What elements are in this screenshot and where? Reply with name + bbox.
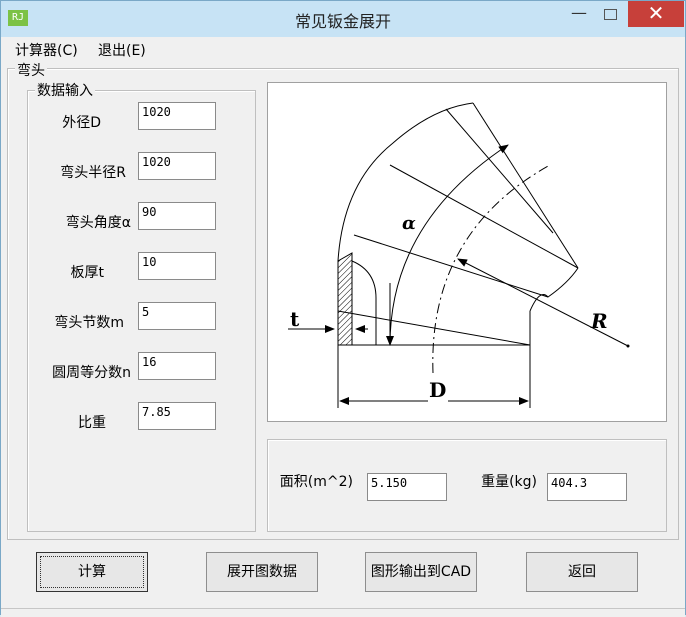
calculate-button[interactable]: 计算: [36, 552, 148, 592]
output-weight[interactable]: 404.3: [547, 473, 627, 501]
segment-line-1: [337, 310, 531, 346]
input-specific-gravity[interactable]: 7.85: [138, 402, 216, 430]
radius-label: R: [590, 309, 608, 333]
label-plate-thickness: 板厚t: [70, 265, 105, 281]
close-button[interactable]: ✕: [628, 1, 684, 27]
end-edge: [472, 102, 579, 269]
wall-hatch: [337, 252, 353, 346]
label-area: 面积(m^2): [279, 474, 353, 490]
output-area[interactable]: 5.150: [367, 473, 447, 501]
input-segment-count[interactable]: 5: [138, 302, 216, 330]
inner-bend: [351, 260, 377, 345]
label-specific-gravity: 比重: [78, 415, 106, 431]
elbow-group-label: 弯头: [15, 60, 47, 80]
menu-exit[interactable]: 退出(E): [98, 40, 146, 60]
label-segment-count: 弯头节数m: [54, 315, 124, 331]
label-weight: 重量(kg): [481, 474, 537, 490]
center-point: [626, 344, 630, 348]
elbow-drawing: α R t D: [288, 102, 630, 408]
label-elbow-angle: 弯头角度α: [65, 215, 131, 231]
thickness-label: t: [290, 307, 300, 331]
maximize-button[interactable]: [597, 1, 623, 27]
unfold-data-button[interactable]: 展开图数据: [206, 552, 318, 592]
menu-calculator[interactable]: 计算器(C): [15, 40, 78, 60]
label-circle-divisions: 圆周等分数n: [52, 365, 131, 381]
alpha-label: α: [402, 213, 416, 234]
input-elbow-radius[interactable]: 1020: [138, 152, 216, 180]
elbow-diagram: α R t D: [267, 82, 667, 422]
input-circle-divisions[interactable]: 16: [138, 352, 216, 380]
segment-line-2: [353, 234, 549, 298]
maximize-icon: [603, 9, 617, 20]
export-cad-button[interactable]: 图形输出到CAD: [365, 552, 477, 592]
label-elbow-radius: 弯头半径R: [60, 165, 126, 181]
title-bar: RJ 常见钣金展开 — ✕: [1, 1, 685, 37]
diameter-label: D: [429, 378, 446, 402]
input-plate-thickness[interactable]: 10: [138, 252, 216, 280]
menu-bar: 计算器(C) 退出(E): [1, 37, 685, 59]
segment-line-4: [445, 108, 554, 234]
input-elbow-angle[interactable]: 90: [138, 202, 216, 230]
back-button[interactable]: 返回: [526, 552, 638, 592]
label-outer-diameter: 外径D: [62, 115, 101, 131]
input-outer-diameter[interactable]: 1020: [138, 102, 216, 130]
input-group-label: 数据输入: [35, 80, 95, 100]
main-window: RJ 常见钣金展开 — ✕ 计算器(C) 退出(E) 弯头 数据输入 外径D 1…: [0, 0, 686, 617]
minimize-button[interactable]: —: [564, 1, 594, 27]
status-bar: [1, 608, 685, 617]
outer-arc: [529, 267, 579, 312]
